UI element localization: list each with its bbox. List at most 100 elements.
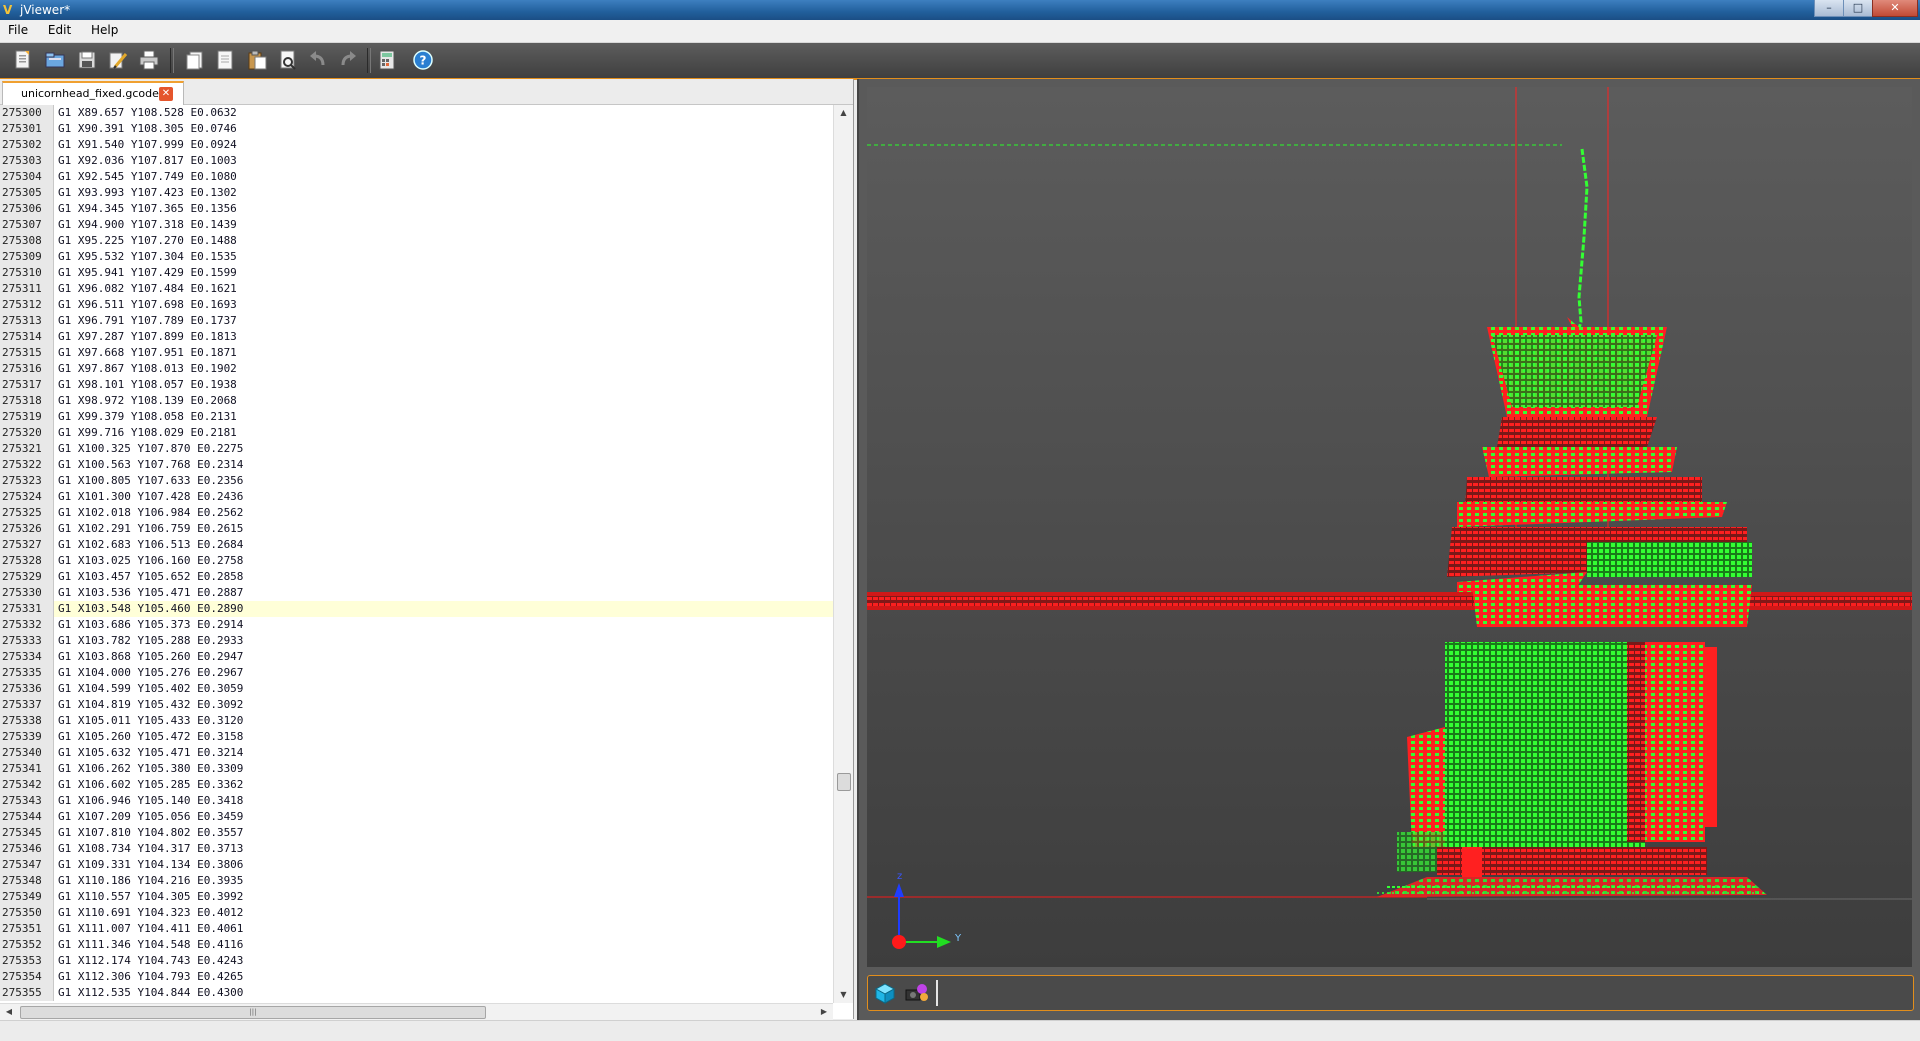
- scroll-down-arrow-icon[interactable]: ▼: [834, 987, 853, 1003]
- code-line[interactable]: 275342 G1 X106.602 Y105.285 E0.3362: [0, 777, 833, 793]
- code-line[interactable]: 275346 G1 X108.734 Y104.317 E0.3713: [0, 841, 833, 857]
- menu-help[interactable]: Help: [83, 20, 126, 37]
- menu-edit[interactable]: Edit: [40, 20, 79, 37]
- code-line[interactable]: 275305 G1 X93.993 Y107.423 E0.1302: [0, 185, 833, 201]
- toolbar: ?: [0, 43, 1920, 80]
- code-line[interactable]: 275324 G1 X101.300 Y107.428 E0.2436: [0, 489, 833, 505]
- code-line[interactable]: 275301 G1 X90.391 Y108.305 E0.0746: [0, 121, 833, 137]
- toolpath-render[interactable]: [867, 87, 1912, 967]
- code-line[interactable]: 275349 G1 X110.557 Y104.305 E0.3992: [0, 889, 833, 905]
- print-icon[interactable]: [138, 49, 160, 71]
- calculator-icon[interactable]: [376, 49, 398, 71]
- horizontal-scroll-thumb[interactable]: |||: [20, 1006, 486, 1019]
- code-line[interactable]: 275318 G1 X98.972 Y108.139 E0.2068: [0, 393, 833, 409]
- code-line[interactable]: 275329 G1 X103.457 Y105.652 E0.2858: [0, 569, 833, 585]
- code-line[interactable]: 275353 G1 X112.174 Y104.743 E0.4243: [0, 953, 833, 969]
- scroll-left-arrow-icon[interactable]: ◀: [2, 1004, 16, 1020]
- code-line[interactable]: 275339 G1 X105.260 Y105.472 E0.3158: [0, 729, 833, 745]
- code-line[interactable]: 275327 G1 X102.683 Y106.513 E0.2684: [0, 537, 833, 553]
- code-line[interactable]: 275323 G1 X100.805 Y107.633 E0.2356: [0, 473, 833, 489]
- code-line[interactable]: 275328 G1 X103.025 Y106.160 E0.2758: [0, 553, 833, 569]
- line-number: 275339: [0, 729, 54, 745]
- vertical-scroll-thumb[interactable]: [837, 773, 851, 791]
- line-number: 275334: [0, 649, 54, 665]
- code-line[interactable]: 275308 G1 X95.225 Y107.270 E0.1488: [0, 233, 833, 249]
- horizontal-scrollbar[interactable]: ◀ ||| ▶: [0, 1003, 833, 1020]
- code-line[interactable]: 275341 G1 X106.262 Y105.380 E0.3309: [0, 761, 833, 777]
- menu-file[interactable]: File: [0, 20, 36, 37]
- cube-view-icon[interactable]: [874, 982, 896, 1004]
- code-line[interactable]: 275340 G1 X105.632 Y105.471 E0.3214: [0, 745, 833, 761]
- code-line[interactable]: 275312 G1 X96.511 Y107.698 E0.1693: [0, 297, 833, 313]
- camera-icon[interactable]: [904, 982, 928, 1004]
- code-line[interactable]: 275337 G1 X104.819 Y105.432 E0.3092: [0, 697, 833, 713]
- minimize-button[interactable]: –: [1814, 0, 1844, 17]
- code-line[interactable]: 275326 G1 X102.291 Y106.759 E0.2615: [0, 521, 833, 537]
- code-line[interactable]: 275352 G1 X111.346 Y104.548 E0.4116: [0, 937, 833, 953]
- help-icon[interactable]: ?: [412, 49, 434, 71]
- redo-icon[interactable]: [337, 49, 359, 71]
- code-line[interactable]: 275325 G1 X102.018 Y106.984 E0.2562: [0, 505, 833, 521]
- 3d-viewport[interactable]: z Y: [867, 87, 1912, 967]
- code-line[interactable]: 275335 G1 X104.000 Y105.276 E0.2967: [0, 665, 833, 681]
- code-line[interactable]: 275354 G1 X112.306 Y104.793 E0.4265: [0, 969, 833, 985]
- line-text: G1 X89.657 Y108.528 E0.0632: [58, 106, 237, 119]
- code-line[interactable]: 275302 G1 X91.540 Y107.999 E0.0924: [0, 137, 833, 153]
- line-number: 275344: [0, 809, 54, 825]
- code-line[interactable]: 275345 G1 X107.810 Y104.802 E0.3557: [0, 825, 833, 841]
- menu-bar: File Edit Help: [0, 20, 1920, 43]
- save-icon[interactable]: [76, 49, 98, 71]
- line-text: G1 X95.225 Y107.270 E0.1488: [58, 234, 237, 247]
- code-line[interactable]: 275351 G1 X111.007 Y104.411 E0.4061: [0, 921, 833, 937]
- code-line[interactable]: 275343 G1 X106.946 Y105.140 E0.3418: [0, 793, 833, 809]
- code-line[interactable]: 275316 G1 X97.867 Y108.013 E0.1902: [0, 361, 833, 377]
- code-text-area[interactable]: 275300 G1 X89.657 Y108.528 E0.0632 275301 G…: [0, 105, 833, 1003]
- code-line[interactable]: 275334 G1 X103.868 Y105.260 E0.2947: [0, 649, 833, 665]
- code-line[interactable]: 275330 G1 X103.536 Y105.471 E0.2887: [0, 585, 833, 601]
- maximize-button[interactable]: □: [1843, 0, 1873, 17]
- code-line[interactable]: 275320 G1 X99.716 Y108.029 E0.2181: [0, 425, 833, 441]
- page-icon[interactable]: [214, 49, 236, 71]
- code-line[interactable]: 275344 G1 X107.209 Y105.056 E0.3459: [0, 809, 833, 825]
- close-tab-icon[interactable]: ✕: [159, 87, 173, 101]
- code-line[interactable]: 275333 G1 X103.782 Y105.288 E0.2933: [0, 633, 833, 649]
- line-text: G1 X104.000 Y105.276 E0.2967: [58, 666, 244, 679]
- code-line[interactable]: 275321 G1 X100.325 Y107.870 E0.2275: [0, 441, 833, 457]
- code-line[interactable]: 275314 G1 X97.287 Y107.899 E0.1813: [0, 329, 833, 345]
- edit-icon[interactable]: [107, 49, 129, 71]
- code-line[interactable]: 275303 G1 X92.036 Y107.817 E0.1003: [0, 153, 833, 169]
- new-file-icon[interactable]: [12, 49, 34, 71]
- scroll-right-arrow-icon[interactable]: ▶: [817, 1004, 831, 1020]
- code-line[interactable]: 275306 G1 X94.345 Y107.365 E0.1356: [0, 201, 833, 217]
- line-number: 275320: [0, 425, 54, 441]
- code-line[interactable]: 275336 G1 X104.599 Y105.402 E0.3059: [0, 681, 833, 697]
- code-line[interactable]: 275315 G1 X97.668 Y107.951 E0.1871: [0, 345, 833, 361]
- code-line[interactable]: 275307 G1 X94.900 Y107.318 E0.1439: [0, 217, 833, 233]
- code-line[interactable]: 275322 G1 X100.563 Y107.768 E0.2314: [0, 457, 833, 473]
- vertical-scrollbar[interactable]: ▲ ▼: [833, 105, 853, 1003]
- code-line[interactable]: 275348 G1 X110.186 Y104.216 E0.3935: [0, 873, 833, 889]
- code-line[interactable]: 275313 G1 X96.791 Y107.789 E0.1737: [0, 313, 833, 329]
- code-line[interactable]: 275300 G1 X89.657 Y108.528 E0.0632: [0, 105, 833, 121]
- code-line[interactable]: 275319 G1 X99.379 Y108.058 E0.2131: [0, 409, 833, 425]
- close-window-button[interactable]: ✕: [1872, 0, 1918, 17]
- code-line[interactable]: 275338 G1 X105.011 Y105.433 E0.3120: [0, 713, 833, 729]
- copy-page-icon[interactable]: [184, 49, 206, 71]
- find-icon[interactable]: [277, 49, 299, 71]
- code-line[interactable]: 275317 G1 X98.101 Y108.057 E0.1938: [0, 377, 833, 393]
- tab-gcode-file[interactable]: unicornhead_fixed.gcode ✕: [2, 81, 184, 105]
- scroll-up-arrow-icon[interactable]: ▲: [834, 105, 853, 121]
- code-line[interactable]: 275310 G1 X95.941 Y107.429 E0.1599: [0, 265, 833, 281]
- undo-icon[interactable]: [307, 49, 329, 71]
- code-line[interactable]: 275355 G1 X112.535 Y104.844 E0.4300: [0, 985, 833, 1001]
- code-line[interactable]: 275309 G1 X95.532 Y107.304 E0.1535: [0, 249, 833, 265]
- open-folder-icon[interactable]: [44, 49, 66, 71]
- paste-icon[interactable]: [246, 49, 268, 71]
- code-line[interactable]: 275331 G1 X103.548 Y105.460 E0.2890: [0, 601, 833, 617]
- code-line[interactable]: 275347 G1 X109.331 Y104.134 E0.3806: [0, 857, 833, 873]
- code-line[interactable]: 275332 G1 X103.686 Y105.373 E0.2914: [0, 617, 833, 633]
- line-text: G1 X110.691 Y104.323 E0.4012: [58, 906, 244, 919]
- code-line[interactable]: 275304 G1 X92.545 Y107.749 E0.1080: [0, 169, 833, 185]
- code-line[interactable]: 275311 G1 X96.082 Y107.484 E0.1621: [0, 281, 833, 297]
- code-line[interactable]: 275350 G1 X110.691 Y104.323 E0.4012: [0, 905, 833, 921]
